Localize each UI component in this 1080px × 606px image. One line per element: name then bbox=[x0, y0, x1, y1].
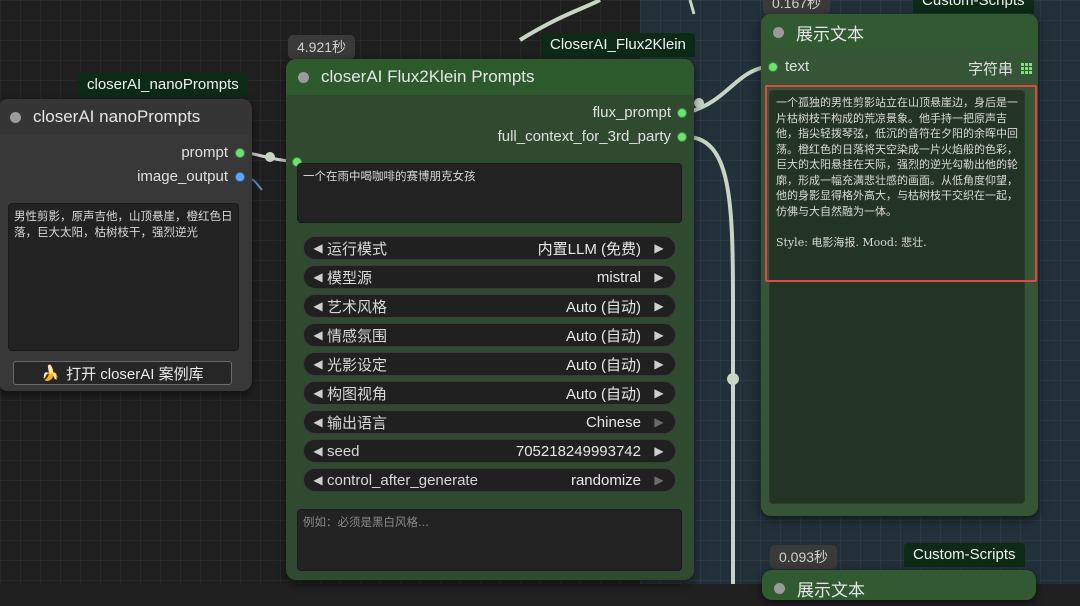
grid-dots-icon[interactable] bbox=[1021, 63, 1032, 74]
nano-node-title-badge: closerAI_nanoPrompts bbox=[78, 73, 248, 97]
link-top-right bbox=[688, 0, 696, 15]
widget-value: Auto (自动) bbox=[565, 385, 641, 403]
node-collapse-dot[interactable] bbox=[298, 71, 309, 83]
input-port-text[interactable] bbox=[768, 62, 778, 72]
widget-mood[interactable]: ◀ 情感氛围 Auto (自动) ▶ bbox=[303, 323, 676, 347]
widget-label: 光影设定 bbox=[327, 356, 388, 374]
nano-node-header[interactable]: closerAI nanoPrompts bbox=[0, 99, 252, 135]
reroute-dot bbox=[265, 152, 275, 162]
increment-arrow-icon[interactable]: ▶ bbox=[651, 241, 667, 255]
decrement-arrow-icon[interactable]: ◀ bbox=[310, 386, 326, 400]
widget-output-language[interactable]: ◀ 输出语言 Chinese ▶ bbox=[303, 410, 676, 434]
show-text-node-2[interactable]: 展示文本 bbox=[762, 570, 1036, 600]
flux-node-title: closerAI Flux2Klein Prompts bbox=[321, 67, 535, 86]
output-port-prompt[interactable] bbox=[235, 148, 245, 158]
widget-value: 705218249993742 bbox=[515, 442, 641, 460]
highlight-box bbox=[765, 85, 1037, 282]
increment-arrow-icon[interactable]: ▶ bbox=[651, 473, 667, 487]
decrement-arrow-icon[interactable]: ◀ bbox=[310, 357, 326, 371]
widget-label: 情感氛围 bbox=[327, 327, 388, 345]
show-node-header[interactable]: 展示文本 bbox=[761, 14, 1038, 50]
decrement-arrow-icon[interactable]: ◀ bbox=[310, 299, 326, 313]
banana-icon: 🍌 bbox=[41, 365, 61, 382]
widget-value: Chinese bbox=[585, 413, 641, 431]
widget-lighting[interactable]: ◀ 光影设定 Auto (自动) ▶ bbox=[303, 352, 676, 376]
increment-arrow-icon[interactable]: ▶ bbox=[651, 328, 667, 342]
widget-value: randomize bbox=[570, 471, 641, 489]
widget-value: 内置LLM (免费) bbox=[537, 240, 641, 258]
type-label-text: 字符串 bbox=[967, 61, 1013, 78]
decrement-arrow-icon[interactable]: ◀ bbox=[310, 241, 326, 255]
show2-node-header[interactable]: 展示文本 bbox=[762, 570, 1036, 606]
flux-input-textarea[interactable]: 一个在雨中喝咖啡的赛博朋克女孩 bbox=[297, 163, 682, 223]
show-exec-time-badge: 0.167秒 bbox=[763, 0, 831, 15]
input-label-text: text bbox=[785, 58, 810, 75]
widget-composition[interactable]: ◀ 构图视角 Auto (自动) ▶ bbox=[303, 381, 676, 405]
output-label-prompt: prompt bbox=[181, 144, 228, 161]
widget-value: Auto (自动) bbox=[565, 298, 641, 316]
widget-label: 运行模式 bbox=[327, 240, 388, 258]
nano-prompt-textarea[interactable]: 男性剪影，原声吉他，山顶悬崖，橙红色日落，巨大太阳，枯树枝干，强烈逆光 bbox=[8, 203, 239, 351]
output-port-flux-prompt[interactable] bbox=[677, 108, 687, 118]
output-label-full-context: full_context_for_3rd_party bbox=[497, 128, 671, 145]
increment-arrow-icon[interactable]: ▶ bbox=[651, 270, 667, 284]
increment-arrow-icon[interactable]: ▶ bbox=[651, 299, 667, 313]
link-midpoint-2 bbox=[727, 373, 739, 385]
widget-control-after-generate[interactable]: ◀ control_after_generate randomize ▶ bbox=[303, 468, 676, 492]
output-label-flux-prompt: flux_prompt bbox=[592, 104, 671, 121]
increment-arrow-icon[interactable]: ▶ bbox=[651, 444, 667, 458]
widget-model-source[interactable]: ◀ 模型源 mistral ▶ bbox=[303, 265, 676, 289]
decrement-arrow-icon[interactable]: ◀ bbox=[310, 270, 326, 284]
type-label-string: 字符串 bbox=[968, 58, 1032, 79]
increment-arrow-icon[interactable]: ▶ bbox=[651, 415, 667, 429]
decrement-arrow-icon[interactable]: ◀ bbox=[310, 444, 326, 458]
widget-label: 输出语言 bbox=[327, 414, 388, 432]
increment-arrow-icon[interactable]: ▶ bbox=[651, 357, 667, 371]
open-case-library-label: 打开 closerAI 案例库 bbox=[66, 365, 204, 383]
flux-node-title-badge: CloserAI_Flux2Klein bbox=[541, 33, 695, 57]
link-midpoint-1 bbox=[694, 98, 704, 108]
widget-value: mistral bbox=[596, 268, 641, 286]
widget-label: 模型源 bbox=[327, 269, 373, 287]
widget-label: seed bbox=[327, 442, 360, 460]
widget-label: 艺术风格 bbox=[327, 298, 388, 316]
widget-value: Auto (自动) bbox=[565, 356, 641, 374]
node-collapse-dot[interactable] bbox=[10, 111, 21, 123]
flux-node-header[interactable]: closerAI Flux2Klein Prompts bbox=[286, 59, 694, 95]
nano-prompts-node[interactable]: closerAI nanoPrompts prompt image_output… bbox=[0, 99, 252, 391]
show-node-title-badge: Custom-Scripts bbox=[913, 0, 1034, 13]
widget-label: control_after_generate bbox=[327, 471, 478, 489]
show2-node-title-badge: Custom-Scripts bbox=[904, 543, 1025, 567]
flux2klein-prompts-node[interactable]: closerAI Flux2Klein Prompts flux_prompt … bbox=[286, 59, 694, 580]
widget-label: 构图视角 bbox=[327, 385, 388, 403]
increment-arrow-icon[interactable]: ▶ bbox=[651, 386, 667, 400]
flux-exec-time-badge: 4.921秒 bbox=[288, 35, 356, 59]
flux-extra-instructions-textarea[interactable]: 例如：必须是黑白风格... bbox=[297, 509, 682, 571]
open-case-library-button[interactable]: 🍌 打开 closerAI 案例库 bbox=[13, 361, 232, 385]
output-label-image-output: image_output bbox=[137, 168, 228, 185]
show-node-title: 展示文本 bbox=[796, 24, 864, 44]
widget-seed[interactable]: ◀ seed 705218249993742 ▶ bbox=[303, 439, 676, 463]
show2-node-title: 展示文本 bbox=[797, 580, 865, 600]
show2-exec-time-badge: 0.093秒 bbox=[770, 545, 838, 569]
decrement-arrow-icon[interactable]: ◀ bbox=[310, 473, 326, 487]
decrement-arrow-icon[interactable]: ◀ bbox=[310, 415, 326, 429]
output-port-full-context[interactable] bbox=[677, 132, 687, 142]
widget-value: Auto (自动) bbox=[565, 327, 641, 345]
node-collapse-dot[interactable] bbox=[773, 26, 784, 38]
nano-node-title: closerAI nanoPrompts bbox=[33, 107, 201, 126]
node-collapse-dot[interactable] bbox=[774, 582, 785, 594]
widget-run-mode[interactable]: ◀ 运行模式 内置LLM (免费) ▶ bbox=[303, 236, 676, 260]
decrement-arrow-icon[interactable]: ◀ bbox=[310, 328, 326, 342]
output-port-image-output[interactable] bbox=[235, 172, 245, 182]
link-full-context bbox=[688, 135, 735, 584]
widget-art-style[interactable]: ◀ 艺术风格 Auto (自动) ▶ bbox=[303, 294, 676, 318]
